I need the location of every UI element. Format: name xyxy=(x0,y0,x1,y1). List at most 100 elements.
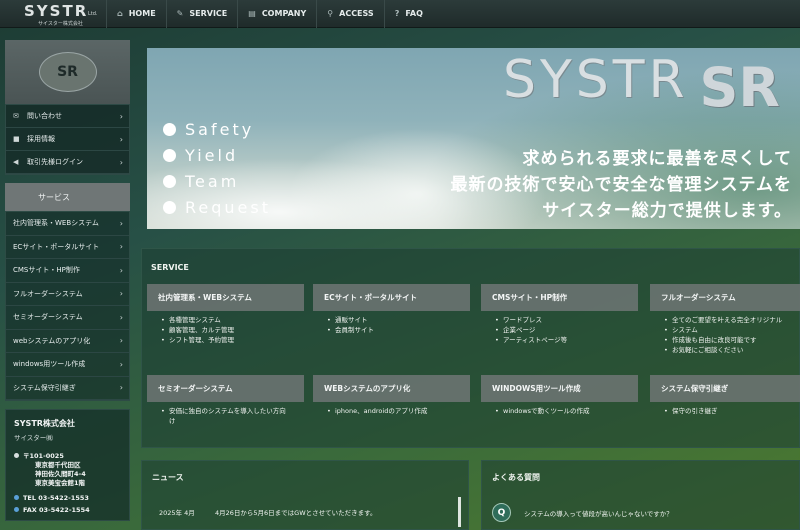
bullet-icon xyxy=(14,453,19,458)
nav-faq[interactable]: ? FAQ xyxy=(383,0,433,28)
postal-code: 〒101-0025 xyxy=(23,452,64,460)
sidebar-item-recruit[interactable]: ■ 採用情報 › xyxy=(6,128,129,151)
service-card-title: WINDOWS用ツール作成 xyxy=(481,375,638,402)
company-kana: サイスター㈱ xyxy=(14,434,53,442)
service-card[interactable]: フルオーダーシステム 全てのご要望を叶える完全オリジナルシステム作成後も自由に改… xyxy=(650,284,800,355)
chevron-right-icon: › xyxy=(119,336,123,346)
service-card[interactable]: WINDOWS用ツール作成 windowsで動くツールの作成 xyxy=(481,375,638,416)
news-date: 2025年 4月 xyxy=(159,509,195,517)
address-line: 神田佐久間町4-4 xyxy=(35,470,86,478)
emblem-box: SR xyxy=(5,40,130,104)
list-item: 会員制サイト xyxy=(327,325,470,335)
list-item-continued: システム xyxy=(664,325,800,335)
sidebar-item-label: windows用ツール作成 xyxy=(13,360,86,369)
sidebar-item-login[interactable]: ◀ 取引先様ログイン › xyxy=(6,151,129,174)
nav-label: SERVICE xyxy=(189,9,228,18)
list-item: iphone、androidのアプリ作成 xyxy=(327,406,470,416)
service-card[interactable]: ECサイト・ポータルサイト 通販サイト会員制サイト xyxy=(313,284,470,335)
home-icon: ⌂ xyxy=(117,9,123,18)
hero-tagline: 求められる要求に最善を尽くして xyxy=(522,149,792,169)
chevron-right-icon: › xyxy=(119,134,123,144)
service-card[interactable]: システム保守引継ぎ 保守の引き継ぎ xyxy=(650,375,800,416)
chevron-right-icon: › xyxy=(119,265,123,275)
sidebar-service-item[interactable]: windows用ツール作成 › xyxy=(6,353,129,377)
sidebar-item-label: webシステムのアプリ化 xyxy=(13,336,91,345)
sidebar-item-label: ECサイト・ポータルサイト xyxy=(13,242,100,251)
bullet-icon xyxy=(163,201,176,214)
bullet-icon xyxy=(163,123,176,136)
section-title: ニュース xyxy=(152,473,184,482)
nav-home[interactable]: ⌂ HOME xyxy=(106,0,166,28)
news-item[interactable]: 2025年 4月 4月26日から5月6日まではGWとさせていただきます。 xyxy=(159,507,377,517)
service-card[interactable]: セミオーダーシステム 安価に独自のシステムを導入したい方向け xyxy=(147,375,304,426)
hero-keyword: Yield xyxy=(163,146,238,165)
list-item: 各種管理システム xyxy=(161,315,304,325)
sidebar-item-label: 問い合わせ xyxy=(27,112,62,120)
keyword-text: Team xyxy=(185,172,240,191)
nav-label: ACCESS xyxy=(339,9,374,18)
section-title: SERVICE xyxy=(151,263,189,272)
chevron-right-icon: › xyxy=(119,157,123,167)
logo-word: SYSTR xyxy=(24,1,89,20)
question-icon: ? xyxy=(394,9,400,18)
briefcase-icon: ■ xyxy=(13,135,20,143)
news-scrollbar[interactable] xyxy=(458,497,461,527)
keyword-text: Yield xyxy=(185,146,239,165)
list-item: 通販サイト xyxy=(327,315,470,325)
faq-section: よくある質問 Q システムの導入って値段が高いんじゃないですか？ xyxy=(481,460,800,530)
keyword-text: Request xyxy=(185,198,271,217)
chevron-right-icon: › xyxy=(119,218,123,228)
list-item-continued: け xyxy=(169,417,176,425)
service-section: SERVICE 社内管理系・WEBシステム 各種管理システム顧客管理、カルテ管理… xyxy=(141,248,800,448)
mail-icon: ✉ xyxy=(13,112,19,120)
company-info: SYSTR株式会社 サイスター㈱ 〒101-0025 東京都千代田区 神田佐久間… xyxy=(5,409,130,521)
service-card-title: フルオーダーシステム xyxy=(650,284,800,311)
list-item: 顧客管理、カルテ管理 xyxy=(161,325,304,335)
pencil-icon: ✎ xyxy=(176,9,184,18)
sidebar-service-item[interactable]: ECサイト・ポータルサイト › xyxy=(6,236,129,259)
logo-kana: サイスター株式会社 xyxy=(38,20,83,27)
hero-keyword: Request xyxy=(163,198,271,217)
list-item: 作成後も自由に改良可能です xyxy=(664,335,800,345)
hero-brand-mark: SR xyxy=(699,56,780,119)
service-card-title: システム保守引継ぎ xyxy=(650,375,800,402)
service-card[interactable]: CMSサイト・HP制作 ワードプレス企業ページアーティストページ等 xyxy=(481,284,638,345)
sidebar-item-contact[interactable]: ✉ 問い合わせ › xyxy=(6,105,129,128)
sidebar-item-label: 採用情報 xyxy=(27,135,55,143)
hero-keyword: Team xyxy=(163,172,239,191)
nav-label: HOME xyxy=(128,9,156,18)
bullet-icon xyxy=(163,175,176,188)
sidebar-item-label: CMSサイト・HP制作 xyxy=(13,266,80,275)
fax-number: FAX 03-5422-1554 xyxy=(23,506,90,514)
sidebar: SR ✉ 問い合わせ › ■ 採用情報 › ◀ 取引先様ログイン › サービス 社内管理系・… xyxy=(5,40,130,521)
sidebar-service-item[interactable]: セミオーダーシステム › xyxy=(6,306,129,330)
site-logo[interactable]: SYSTR Ltd. サイスター株式会社 xyxy=(0,0,106,28)
list-item: 安価に独自のシステムを導入したい方向 xyxy=(161,406,304,416)
chevron-right-icon: › xyxy=(119,383,123,393)
service-card-title: WEBシステムのアプリ化 xyxy=(313,375,470,402)
section-title: よくある質問 xyxy=(492,473,540,482)
faq-item[interactable]: Q システムの導入って値段が高いんじゃないですか？ xyxy=(492,503,673,522)
sidebar-service-item[interactable]: 社内管理系・WEBシステム › xyxy=(6,212,129,236)
nav-company[interactable]: ▤ COMPANY xyxy=(237,0,316,28)
nav-access[interactable]: ⚲ ACCESS xyxy=(316,0,383,28)
list-item: ワードプレス xyxy=(495,315,638,325)
address-line: 東京美宝会館1階 xyxy=(35,479,86,487)
sidebar-service-item[interactable]: webシステムのアプリ化 › xyxy=(6,330,129,353)
nav-service[interactable]: ✎ SERVICE xyxy=(165,0,238,28)
chevron-right-icon: › xyxy=(119,111,123,121)
sidebar-service-item[interactable]: システム保守引継ぎ › xyxy=(6,377,129,400)
list-item: 全てのご要望を叶える完全オリジナル xyxy=(664,315,800,325)
list-item: windowsで動くツールの作成 xyxy=(495,406,638,416)
logo-ltd: Ltd. xyxy=(88,10,98,17)
sidebar-service-item[interactable]: CMSサイト・HP制作 › xyxy=(6,259,129,283)
service-card-title: セミオーダーシステム xyxy=(147,375,304,402)
sidebar-service-item[interactable]: フルオーダーシステム › xyxy=(6,283,129,306)
company-fax: FAX 03-5422-1554 xyxy=(14,506,121,514)
sidebar-item-label: フルオーダーシステム xyxy=(13,289,83,298)
top-nav: SYSTR Ltd. サイスター株式会社 ⌂ HOME ✎ SERVICE ▤ COM… xyxy=(0,0,800,28)
service-card[interactable]: WEBシステムのアプリ化 iphone、androidのアプリ作成 xyxy=(313,375,470,416)
keyword-text: Safety xyxy=(185,120,255,139)
service-card[interactable]: 社内管理系・WEBシステム 各種管理システム顧客管理、カルテ管理シフト管理、予約… xyxy=(147,284,304,345)
nav-label: FAQ xyxy=(405,9,423,18)
